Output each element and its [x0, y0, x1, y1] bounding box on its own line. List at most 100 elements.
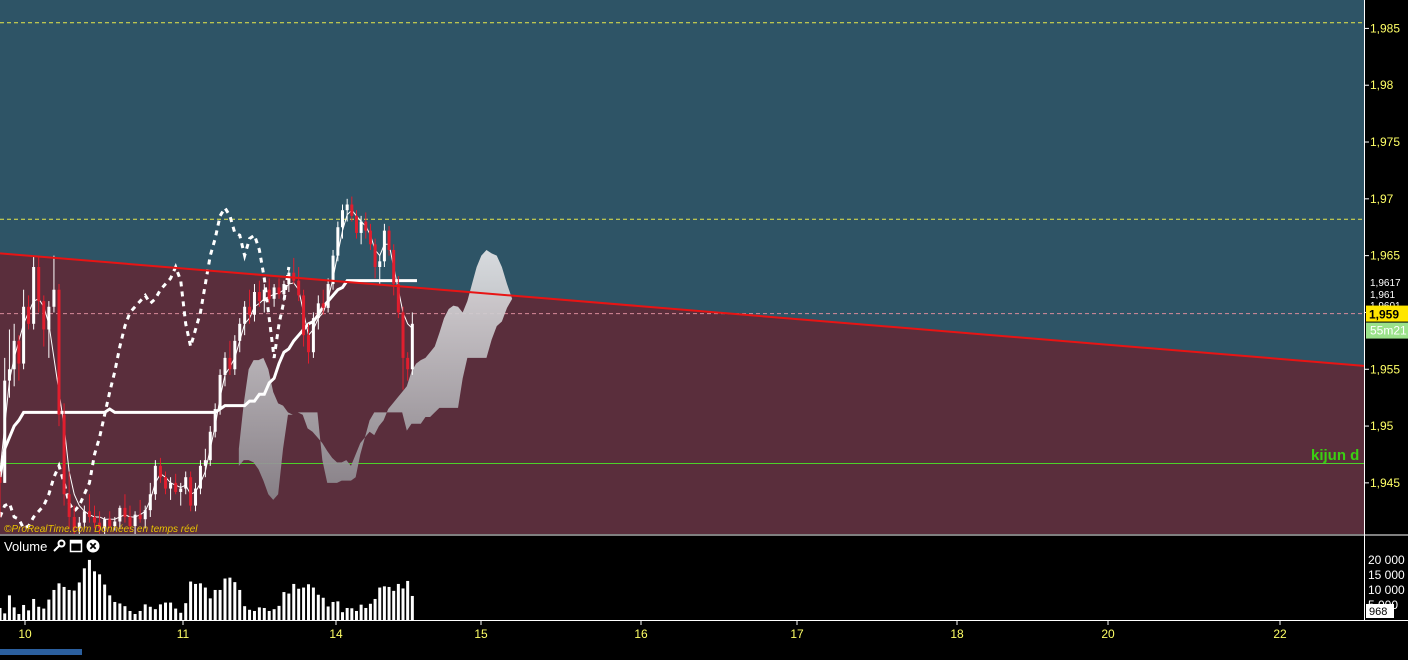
- volume-bar: [123, 606, 127, 620]
- volume-bar: [184, 603, 188, 620]
- candle-body: [67, 494, 71, 517]
- candle-body: [382, 230, 386, 262]
- volume-bar: [82, 568, 86, 620]
- candle-body: [194, 488, 198, 506]
- volume-bar: [359, 604, 363, 620]
- volume-bar: [12, 607, 16, 620]
- candle-body: [153, 465, 157, 495]
- candle-body: [277, 287, 281, 295]
- candle-body: [52, 289, 56, 307]
- volume-bar: [62, 586, 66, 620]
- candle-body: [373, 244, 377, 267]
- volume-bar: [218, 589, 222, 620]
- candle-body: [287, 272, 291, 285]
- candle-body: [203, 460, 207, 466]
- volume-bar: [98, 574, 102, 620]
- candle-body: [364, 221, 368, 231]
- volume-bar: [93, 571, 97, 620]
- y-tick-label: 1,95: [1370, 419, 1394, 433]
- candle-body: [143, 510, 147, 520]
- y-tick-label: 1,955: [1370, 362, 1400, 376]
- volume-bar: [223, 578, 227, 620]
- candle-body: [184, 477, 188, 489]
- candle-body: [354, 215, 358, 233]
- volume-bar: [257, 607, 261, 620]
- volume-bar: [57, 583, 61, 620]
- volume-bar: [248, 609, 252, 620]
- candle-body: [169, 482, 173, 489]
- candle-body: [12, 340, 16, 370]
- volume-bar: [194, 583, 198, 620]
- candle-body: [93, 516, 97, 523]
- volume-bar: [396, 583, 400, 620]
- volume-bar: [336, 601, 340, 620]
- volume-bar: [118, 603, 122, 620]
- x-tick-label: 16: [634, 627, 648, 641]
- volume-bar: [345, 607, 349, 620]
- watermark: ©ProRealTime.com Données en temps réel: [4, 524, 198, 535]
- x-tick-label: 20: [1101, 627, 1115, 641]
- y-tick-label: 1,97: [1370, 192, 1394, 206]
- current-volume-label: 968: [1369, 606, 1387, 618]
- x-tick-label: 11: [177, 627, 190, 641]
- candle-body: [311, 318, 315, 353]
- volume-bar: [198, 583, 202, 620]
- current-price-label: 1,959: [1369, 308, 1399, 322]
- volume-bar: [164, 602, 168, 620]
- candle-body: [118, 507, 122, 522]
- volume-bar: [262, 607, 266, 620]
- volume-bar: [153, 609, 157, 620]
- x-tick-label: 15: [474, 627, 488, 641]
- candle-body: [17, 340, 21, 364]
- volume-tick-label: 15 000: [1368, 568, 1405, 582]
- candle-body: [345, 204, 349, 211]
- volume-bar: [133, 613, 137, 620]
- volume-tick-label: 20 000: [1368, 553, 1405, 567]
- volume-bar: [52, 589, 56, 620]
- volume-bar: [213, 589, 217, 620]
- candle-body: [208, 431, 212, 461]
- candle-body: [198, 465, 202, 489]
- volume-bar: [306, 584, 310, 620]
- y-tick-label: 1,945: [1370, 476, 1400, 490]
- volume-bar: [311, 587, 315, 620]
- wrench-icon[interactable]: [52, 539, 66, 553]
- volume-bar: [32, 598, 36, 620]
- volume-bar: [87, 559, 91, 620]
- y-tick-label: 1,965: [1370, 249, 1400, 263]
- volume-bar: [267, 610, 271, 620]
- close-icon[interactable]: [86, 539, 100, 553]
- candle-body: [341, 210, 345, 228]
- volume-tick-label: 10 000: [1368, 583, 1405, 597]
- volume-bar: [233, 582, 237, 620]
- volume-bar: [7, 595, 11, 620]
- candle-body: [22, 306, 26, 364]
- volume-bar: [373, 598, 377, 620]
- candle-body: [7, 369, 11, 381]
- bottom-scrollbar: [0, 649, 82, 655]
- volume-bar: [297, 588, 301, 620]
- candle-body: [238, 323, 242, 341]
- volume-bar: [22, 604, 26, 620]
- candle-body: [233, 340, 237, 370]
- volume-bar: [3, 613, 7, 620]
- volume-bar: [108, 595, 112, 620]
- candle-body: [368, 230, 372, 245]
- volume-bar: [77, 582, 81, 620]
- candle-body: [282, 284, 286, 295]
- volume-bar: [208, 598, 212, 620]
- candle-body: [359, 221, 363, 233]
- candle-body: [57, 289, 61, 415]
- candle-body: [410, 323, 414, 370]
- candle-body: [174, 482, 178, 492]
- volume-bar: [341, 612, 345, 620]
- candle-body: [252, 291, 256, 315]
- volume-bar: [354, 610, 358, 620]
- candle-body: [123, 507, 127, 517]
- window-icon[interactable]: [69, 539, 83, 553]
- candle-body: [179, 488, 183, 492]
- volume-bar: [169, 602, 173, 620]
- volume-bar: [189, 581, 193, 620]
- candle-body: [396, 284, 400, 313]
- x-tick-label: 10: [18, 627, 32, 641]
